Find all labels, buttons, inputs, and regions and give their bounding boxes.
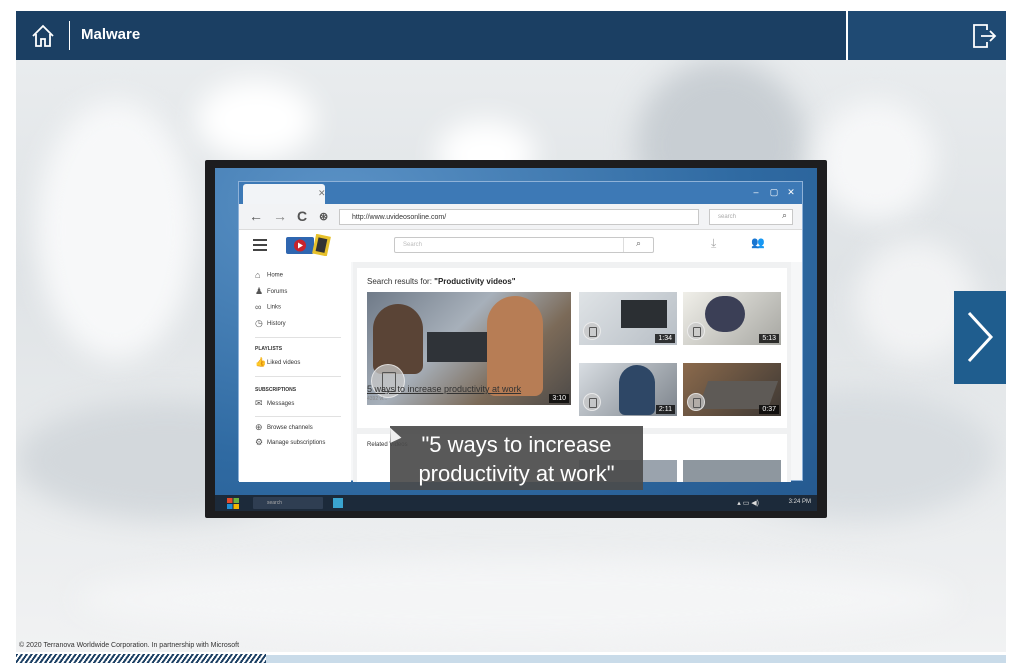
home-button[interactable]	[28, 21, 58, 51]
video-duration: 1:34	[655, 334, 675, 343]
maximize-icon: ▢	[769, 187, 779, 197]
mail-icon: ✉	[255, 398, 263, 408]
chevron-right-icon	[967, 311, 994, 363]
playlists-heading: PLAYLISTS	[255, 346, 283, 352]
browser-titlebar: ✕ – ▢ ✕	[239, 182, 802, 204]
sidebar-item-home: ⌂ Home	[255, 270, 284, 280]
history-icon: ◷	[255, 318, 263, 328]
progress-hatch	[16, 654, 266, 663]
sidebar-item-history: ◷ History	[255, 318, 286, 328]
video-duration: 5:13	[759, 334, 779, 343]
results-title: Search results for: "Productivity videos…	[367, 277, 516, 286]
site-search-placeholder: Search	[403, 242, 423, 248]
tab-close-icon: ✕	[318, 188, 326, 198]
film-icon	[687, 393, 705, 411]
taskbar-search: search	[253, 497, 323, 509]
page-title: Malware	[81, 26, 141, 43]
main-video-meta: 4392 vi...	[367, 396, 388, 402]
forward-arrow-icon: →	[273, 208, 287, 224]
minimize-icon: –	[753, 187, 759, 197]
site-logo	[286, 234, 331, 256]
users-icon: 👥	[751, 237, 765, 249]
upload-icon: ⤓	[711, 236, 717, 250]
site-header: Search ⌕ ⤓ 👥	[239, 230, 802, 262]
video-thumbnail: 2:11	[579, 363, 677, 416]
taskbar-clock: 3:24 PM	[788, 499, 811, 505]
next-slide-button[interactable]	[954, 291, 1006, 384]
taskbar-app-icon	[333, 498, 343, 508]
film-icon	[583, 322, 601, 340]
title-divider	[69, 21, 70, 50]
video-thumbnail: 0:37	[683, 363, 781, 416]
sidebar-item-links: ∞ Links	[255, 302, 282, 312]
sidebar-item-forums: ♟ Forums	[255, 286, 288, 296]
sidebar-item-browse-channels: ⊕ Browse channels	[255, 422, 313, 432]
copyright-notice: © 2020 Terranova Worldwide Corporation. …	[19, 642, 240, 649]
plus-circle-icon: ⊕	[255, 422, 263, 432]
main-video-title: 5 ways to increase productivity at work	[367, 384, 522, 394]
footer-bar	[266, 655, 1006, 663]
close-icon: ✕	[787, 187, 795, 197]
exit-area	[846, 11, 1006, 60]
home-icon: ⌂	[255, 270, 261, 280]
system-tray-icons: ▴ ▭ ◀)	[737, 500, 759, 507]
address-bar: http://www.uvideosonline.com/	[339, 209, 699, 225]
site-sidebar: ⌂ Home ♟ Forums ∞ Links ◷ History PLAYLISTS …	[239, 262, 351, 482]
video-duration: 0:37	[759, 405, 779, 414]
caption-line-2: productivity at work"	[418, 461, 615, 486]
browser-tab: ✕	[243, 184, 326, 204]
link-icon: ∞	[255, 302, 262, 312]
thumbs-up-icon: 👍	[255, 357, 267, 367]
subscriptions-heading: SUBSCRIPTIONS	[255, 387, 297, 393]
video-duration: 3:10	[549, 394, 569, 403]
gear-icon: ⚙	[255, 437, 264, 447]
sidebar-item-liked-videos: 👍Liked videos	[255, 357, 301, 367]
header-bar: Malware	[16, 11, 1006, 60]
site-search-input: Search ⌕	[394, 237, 654, 253]
users-icon: ♟	[255, 286, 264, 296]
address-row: ← → C ⊛ http://www.uvideosonline.com/ se…	[239, 204, 802, 230]
browser-search-field: search ⌕	[709, 209, 793, 225]
windows-start-icon	[227, 498, 239, 509]
refresh-icon: C	[297, 208, 308, 224]
course-slide: Malware ✕ – ▢ ✕ ← → C ⊛ http://www.uvide…	[0, 0, 1024, 668]
back-arrow-icon: ←	[249, 208, 263, 224]
browser-search-placeholder: search	[718, 214, 737, 220]
search-icon: ⌕	[781, 210, 787, 220]
film-icon	[583, 393, 601, 411]
exit-icon	[973, 24, 997, 48]
home-icon	[32, 24, 54, 47]
sidebar-item-messages: ✉ Messages	[255, 398, 295, 408]
video-duration: 2:11	[655, 405, 675, 414]
video-caption-overlay: "5 ways to increase productivity at work…	[390, 426, 643, 490]
video-thumbnail: 1:34	[579, 292, 677, 345]
film-icon	[687, 322, 705, 340]
globe-icon: ⊛	[319, 211, 329, 223]
site-search-button: ⌕	[623, 238, 653, 252]
taskbar: search ▴ ▭ ◀) 3:24 PM	[215, 495, 817, 511]
menu-icon	[253, 239, 267, 251]
search-results: Search results for: "Productivity videos…	[357, 268, 787, 428]
sidebar-item-manage-subscriptions: ⚙ Manage subscriptions	[255, 437, 326, 447]
video-thumbnail: 5:13	[683, 292, 781, 345]
caption-line-1: "5 ways to increase	[421, 432, 612, 457]
exit-button[interactable]	[970, 21, 998, 51]
